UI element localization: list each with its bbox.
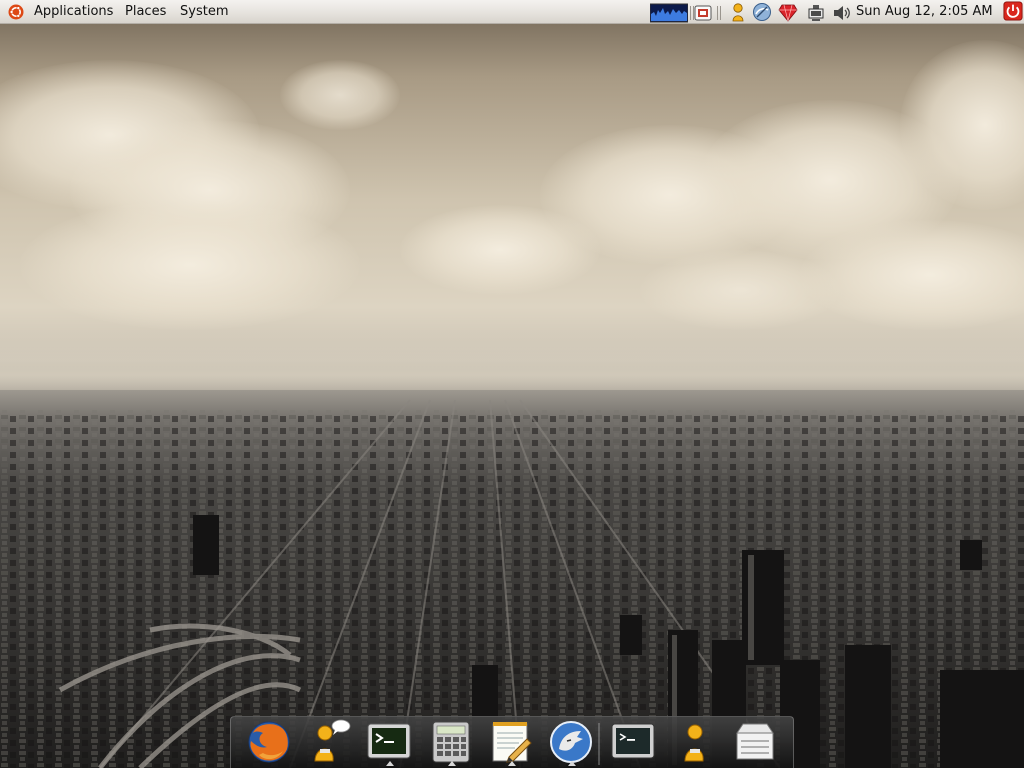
ruby-gem-icon[interactable]	[778, 2, 798, 22]
drive-icon	[736, 723, 774, 760]
running-indicator	[386, 761, 394, 766]
dock-launcher-firefox[interactable]	[245, 719, 293, 765]
network-connection-icon[interactable]	[806, 3, 826, 23]
calculator-icon	[432, 721, 470, 763]
running-indicator	[508, 761, 516, 766]
system-monitor-graph-icon[interactable]	[650, 3, 688, 23]
power-icon[interactable]	[1002, 1, 1024, 21]
running-indicator	[448, 761, 456, 766]
screen-capture-icon[interactable]	[694, 3, 712, 23]
ubuntu-logo-icon[interactable]	[8, 4, 24, 20]
terminal-icon	[611, 723, 655, 759]
menu-places[interactable]: Places	[123, 0, 168, 24]
dock-running-pidgin[interactable]	[671, 719, 719, 765]
pidgin-buddy-icon[interactable]	[728, 2, 748, 22]
dock-launcher-text-editor[interactable]	[487, 719, 535, 765]
network-globe-icon[interactable]	[752, 2, 772, 22]
dock	[230, 716, 794, 768]
panel-handle-icon	[717, 6, 721, 20]
pidgin-icon	[684, 724, 704, 762]
firefox-icon	[248, 721, 290, 763]
top-panel: Applications Places System Sun Aug 12, 2…	[0, 0, 1024, 24]
dock-running-drive[interactable]	[731, 719, 779, 765]
dock-launcher-calculator[interactable]	[427, 719, 475, 765]
menu-system[interactable]: System	[178, 0, 230, 24]
mail-client-icon	[550, 721, 592, 763]
menu-applications[interactable]: Applications	[32, 0, 115, 24]
pidgin-icon	[314, 719, 351, 762]
dock-launcher-mail-client[interactable]	[547, 719, 595, 765]
dock-launcher-terminal[interactable]	[365, 719, 413, 765]
text-editor-icon	[492, 722, 532, 763]
volume-speaker-icon[interactable]	[832, 3, 852, 23]
dock-running-terminal[interactable]	[609, 719, 657, 765]
running-indicator	[568, 761, 576, 766]
desktop-wallpaper	[0, 0, 1024, 768]
dock-separator	[598, 723, 600, 765]
terminal-icon	[367, 723, 411, 759]
dock-launcher-pidgin[interactable]	[303, 719, 351, 765]
panel-clock[interactable]: Sun Aug 12, 2:05 AM	[856, 0, 993, 24]
